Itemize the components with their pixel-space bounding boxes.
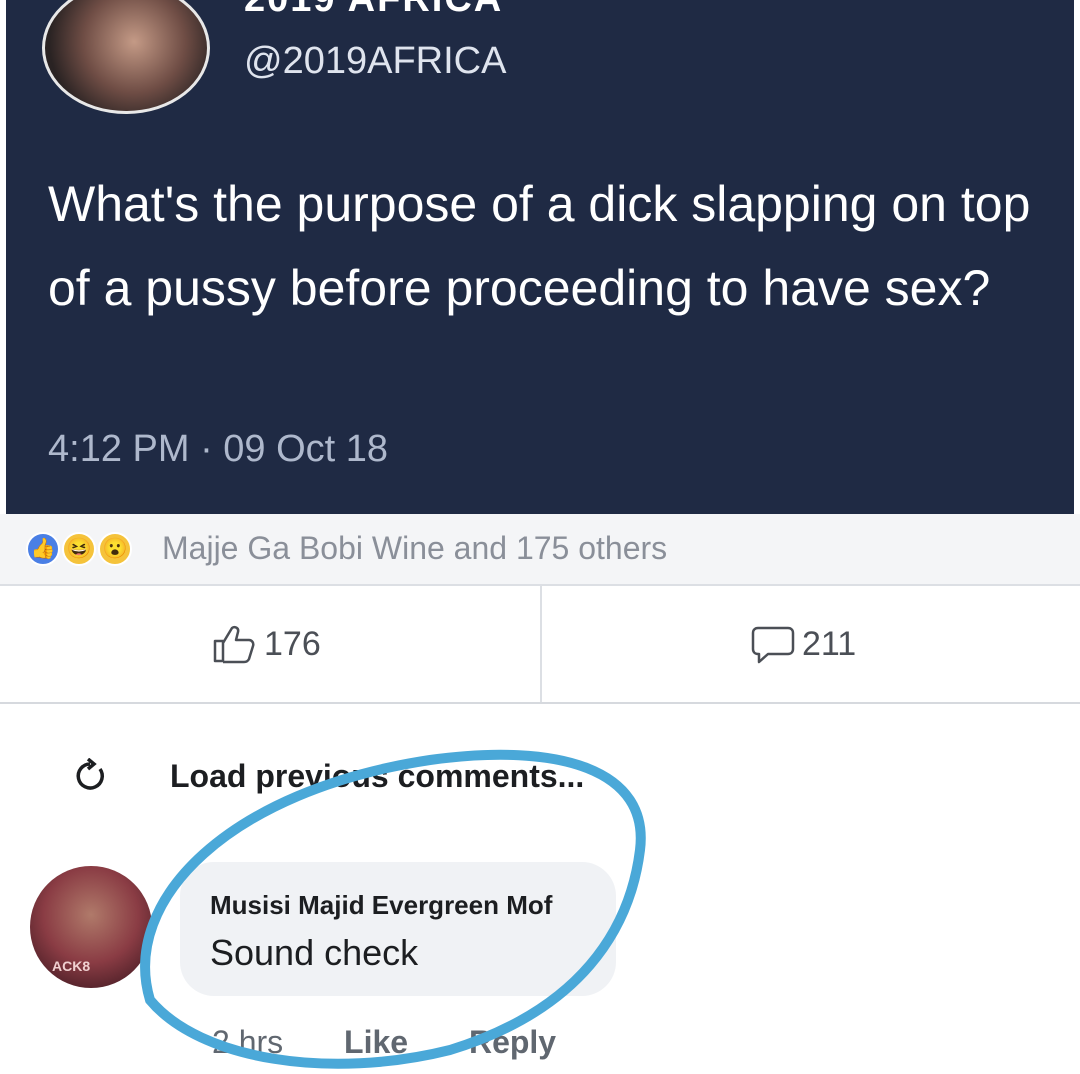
comment-author[interactable]: Musisi Majid Evergreen Mof (210, 890, 552, 921)
like-count: 176 (264, 624, 321, 663)
profile-avatar[interactable] (42, 0, 210, 114)
comment-icon (751, 626, 795, 664)
haha-icon: 😆 (62, 532, 96, 566)
comment-button[interactable]: 211 (750, 624, 856, 664)
display-name: 2019 AFRICA (244, 0, 503, 21)
reactions-summary[interactable]: 👍 😆 😮 Majje Ga Bobi Wine and 175 others (0, 514, 1080, 586)
comment-time: 2 hrs (212, 1024, 284, 1060)
action-divider (540, 586, 542, 702)
user-handle[interactable]: @2019AFRICA (244, 40, 506, 83)
comment-bubble: Musisi Majid Evergreen Mof Sound check (180, 862, 616, 996)
comment-like-link[interactable]: Like (344, 1024, 408, 1060)
comment-count: 211 (802, 624, 857, 663)
avatar-shirt-text: ACK8 (52, 958, 91, 974)
refresh-icon (76, 758, 104, 790)
like-icon: 👍 (26, 532, 60, 566)
comment-reply-link[interactable]: Reply (469, 1024, 556, 1060)
comment-actions: 2 hrs Like Reply (212, 1024, 608, 1061)
reaction-icons: 👍 😆 😮 (26, 530, 166, 568)
tweet-text: What's the purpose of a dick slapping on… (48, 176, 1031, 316)
reactors-text[interactable]: Majje Ga Bobi Wine and 175 others (162, 530, 667, 567)
tweet-timestamp: 4:12 PM · 09 Oct 18 (48, 428, 389, 470)
commenter-avatar[interactable]: ACK8 (30, 866, 152, 988)
action-bar: 176 211 (0, 586, 1080, 705)
tweet-card: 2019 AFRICA @2019AFRICA What's the purpo… (6, 0, 1074, 514)
like-button[interactable]: 176 (212, 624, 321, 664)
load-previous-row[interactable]: Load previous comments... (0, 704, 1080, 854)
comment-text: Sound check (210, 932, 419, 973)
load-previous-comments[interactable]: Load previous comments... (170, 758, 584, 795)
wow-icon: 😮 (98, 532, 132, 566)
thumbs-up-icon (213, 625, 255, 664)
